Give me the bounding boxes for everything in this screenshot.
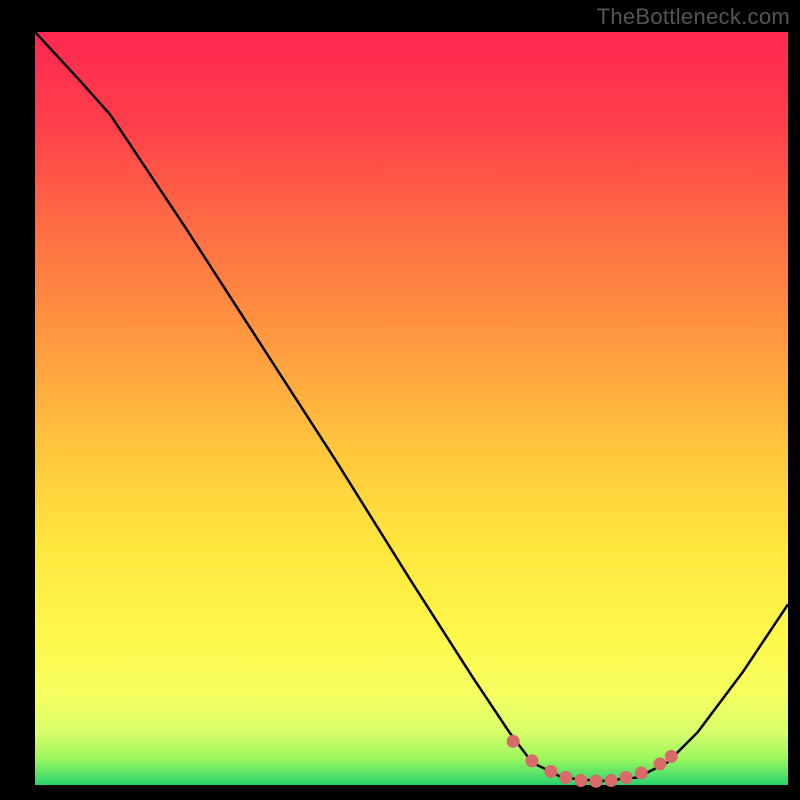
bottleneck-chart: TheBottleneck.com [0, 0, 800, 800]
optimal-marker [507, 735, 520, 748]
optimal-marker [544, 765, 557, 778]
gradient-background [35, 32, 788, 785]
optimal-marker [620, 771, 633, 784]
optimal-marker [605, 774, 618, 787]
optimal-marker [635, 766, 648, 779]
optimal-marker [653, 757, 666, 770]
optimal-marker [589, 775, 602, 788]
source-attribution: TheBottleneck.com [597, 4, 790, 30]
optimal-marker [665, 750, 678, 763]
optimal-marker [525, 754, 538, 767]
optimal-marker [559, 771, 572, 784]
optimal-marker [574, 774, 587, 787]
chart-svg [0, 0, 800, 800]
